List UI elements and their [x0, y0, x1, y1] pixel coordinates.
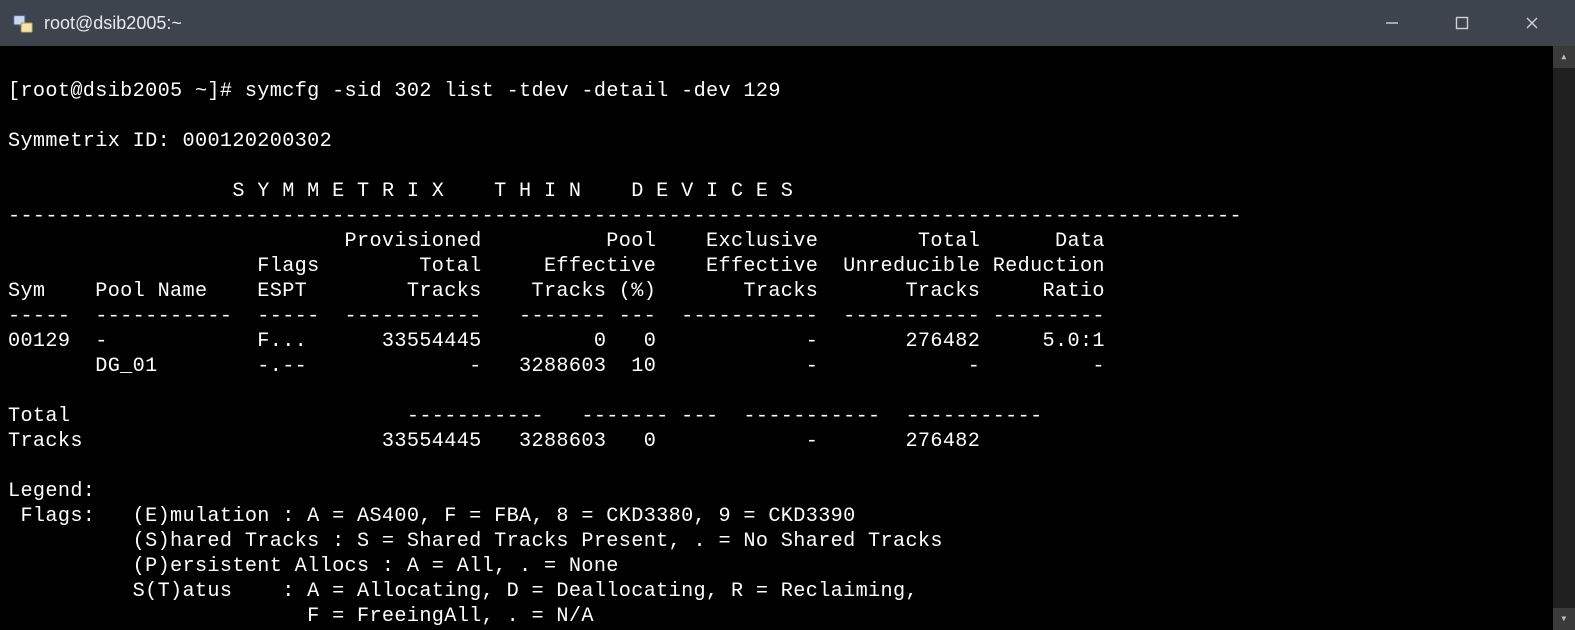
- window-title: root@dsib2005:~: [44, 13, 1357, 34]
- legend-line: (P)ersistent Allocs : A = All, . = None: [8, 555, 619, 578]
- legend-label: Legend:: [8, 480, 95, 503]
- vertical-scrollbar[interactable]: ▴ ▾: [1553, 46, 1575, 630]
- banner: S Y M M E T R I X T H I N D E V I C E S: [232, 180, 793, 203]
- table-row: DG_01 -.-- - 3288603 10 - - -: [8, 355, 1105, 378]
- divider: ----------- ------- --- ----------- ----…: [70, 405, 1042, 428]
- minimize-button[interactable]: [1357, 0, 1427, 46]
- legend-line: (S)hared Tracks : S = Shared Tracks Pres…: [8, 530, 943, 553]
- command-text: symcfg -sid 302 list -tdev -detail -dev …: [245, 80, 781, 103]
- legend-line: F = FreeingAll, . = N/A: [8, 605, 594, 628]
- putty-icon: [12, 12, 34, 34]
- scroll-down-arrow[interactable]: ▾: [1553, 608, 1575, 630]
- table-header: Provisioned Pool Exclusive Total Data: [8, 230, 1105, 253]
- legend-line: Flags: (E)mulation : A = AS400, F = FBA,…: [8, 505, 856, 528]
- divider: ----- ----------- ----- ----------- ----…: [8, 305, 1105, 328]
- scroll-track[interactable]: [1553, 68, 1575, 608]
- total-label: Total: [8, 405, 70, 428]
- maximize-button[interactable]: [1427, 0, 1497, 46]
- legend-line: S(T)atus : A = Allocating, D = Deallocat…: [8, 580, 918, 603]
- table-row: 00129 - F... 33554445 0 0 - 276482 5.0:1: [8, 330, 1105, 353]
- symmetrix-id-label: Symmetrix ID:: [8, 130, 170, 153]
- divider: ----------------------------------------…: [8, 205, 1242, 228]
- symmetrix-id: 000120200302: [183, 130, 333, 153]
- prompt: [root@dsib2005 ~]#: [8, 80, 232, 103]
- total-row: Tracks 33554445 3288603 0 - 276482: [8, 430, 980, 453]
- window-titlebar[interactable]: root@dsib2005:~: [0, 0, 1575, 46]
- table-header: Sym Pool Name ESPT Tracks Tracks (%) Tra…: [8, 280, 1105, 303]
- terminal-output[interactable]: [root@dsib2005 ~]# symcfg -sid 302 list …: [0, 46, 1575, 630]
- scroll-up-arrow[interactable]: ▴: [1553, 46, 1575, 68]
- close-button[interactable]: [1497, 0, 1567, 46]
- window-controls: [1357, 0, 1567, 46]
- table-header: Flags Total Effective Effective Unreduci…: [8, 255, 1105, 278]
